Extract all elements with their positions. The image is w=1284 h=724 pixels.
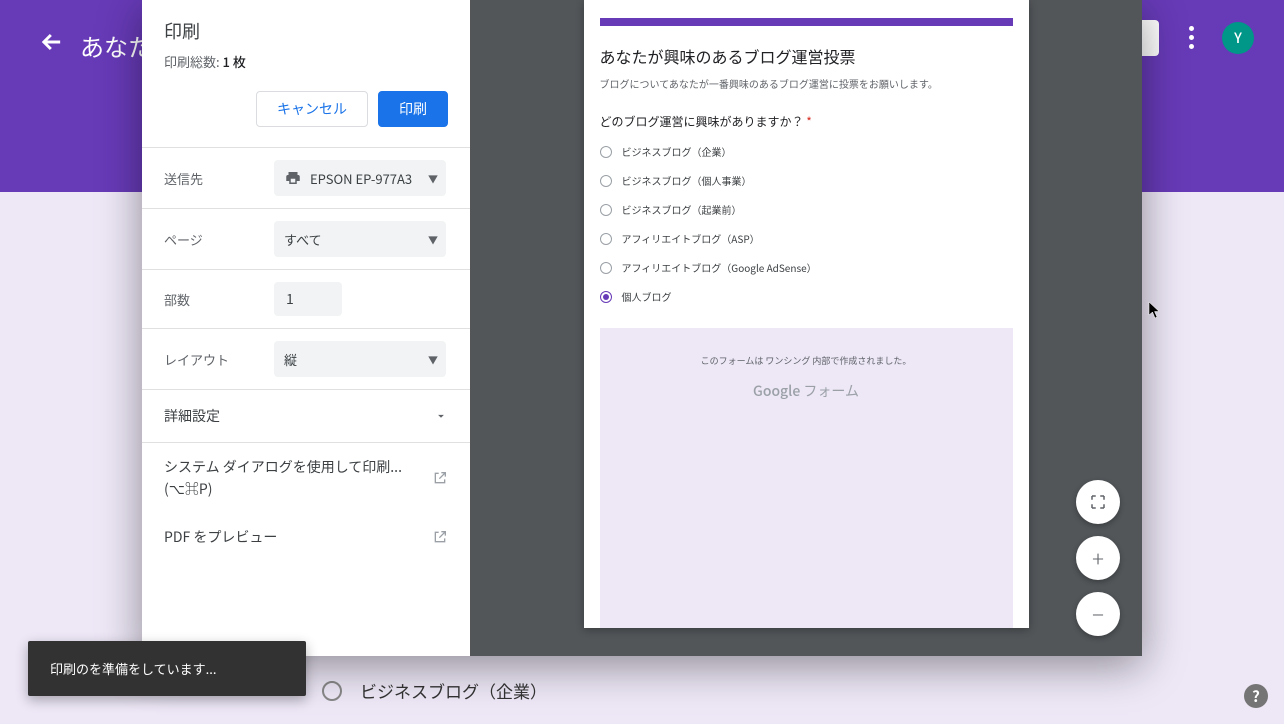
form-option-label: ビジネスブログ（個人事業）	[622, 173, 752, 188]
mouse-cursor	[1148, 300, 1162, 324]
radio-icon	[600, 233, 612, 245]
form-option-label: ビジネスブログ（起業前）	[622, 202, 742, 217]
print-title: 印刷	[164, 18, 448, 44]
pages-label: ページ	[164, 230, 274, 249]
question-label: どのブログ運営に興味がありますか？ *	[600, 113, 1013, 130]
form-footer-note: このフォームは ワンシング 内部で作成されました。	[701, 354, 912, 367]
form-option-label: ビジネスブログ（企業）	[622, 144, 732, 159]
chevron-down-icon: ▼	[428, 232, 438, 247]
chevron-down-icon: ▼	[428, 352, 438, 367]
back-icon[interactable]	[38, 28, 66, 56]
cancel-button[interactable]: キャンセル	[256, 91, 368, 127]
advanced-toggle[interactable]: 詳細設定	[142, 389, 470, 442]
form-option[interactable]: ビジネスブログ（企業）	[600, 144, 1013, 159]
copies-label: 部数	[164, 290, 274, 309]
background-option-label: ビジネスブログ（企業）	[360, 678, 547, 703]
destination-label: 送信先	[164, 169, 274, 188]
form-option[interactable]: アフィリエイトブログ（Google AdSense）	[600, 260, 1013, 275]
radio-icon	[600, 291, 612, 303]
copies-input[interactable]: 1	[274, 282, 342, 316]
pages-select[interactable]: すべて ▼	[274, 221, 446, 257]
avatar[interactable]: Y	[1222, 22, 1254, 54]
zoom-controls: + −	[1076, 480, 1120, 636]
layout-label: レイアウト	[164, 350, 274, 369]
form-option[interactable]: 個人ブログ	[600, 289, 1013, 304]
printer-icon	[284, 169, 302, 187]
external-link-icon	[432, 470, 448, 486]
form-accent-bar	[600, 18, 1013, 26]
zoom-out-button[interactable]: −	[1076, 592, 1120, 636]
form-description: ブログについてあなたが一番興味のあるブログ運営に投票をお願いします。	[600, 76, 1013, 91]
form-option[interactable]: アフィリエイトブログ（ASP）	[600, 231, 1013, 246]
print-dialog: 印刷 印刷総数: 1 枚 キャンセル 印刷 送信先 EPSON EP-977A3…	[142, 0, 1142, 656]
form-option-label: アフィリエイトブログ（ASP）	[622, 231, 760, 246]
fit-page-button[interactable]	[1076, 480, 1120, 524]
preview-page: あなたが興味のあるブログ運営投票 ブログについてあなたが一番興味のあるブログ運営…	[584, 0, 1029, 628]
radio-icon	[600, 262, 612, 274]
layout-select[interactable]: 縦 ▼	[274, 341, 446, 377]
form-title: あなたが興味のあるブログ運営投票	[600, 44, 1013, 68]
radio-icon	[600, 204, 612, 216]
background-option-row: ビジネスブログ（企業）	[322, 678, 547, 703]
system-dialog-link[interactable]: システム ダイアログを使用して印刷... (⌥⌘P)	[142, 442, 470, 513]
print-button[interactable]: 印刷	[378, 91, 448, 127]
status-toast: 印刷のを準備をしています...	[28, 641, 306, 696]
form-footer: このフォームは ワンシング 内部で作成されました。 Google フォーム	[600, 328, 1013, 628]
external-link-icon	[432, 529, 448, 545]
destination-select[interactable]: EPSON EP-977A3 ▼	[274, 160, 446, 196]
pdf-preview-link[interactable]: PDF をプレビュー	[142, 513, 470, 561]
form-option[interactable]: ビジネスブログ（個人事業）	[600, 173, 1013, 188]
print-preview: あなたが興味のあるブログ運営投票 ブログについてあなたが一番興味のあるブログ運営…	[470, 0, 1142, 656]
form-footer-brand: Google フォーム	[753, 381, 859, 401]
print-settings-panel: 印刷 印刷総数: 1 枚 キャンセル 印刷 送信先 EPSON EP-977A3…	[142, 0, 470, 656]
form-option[interactable]: ビジネスブログ（起業前）	[600, 202, 1013, 217]
radio-icon	[600, 146, 612, 158]
chevron-down-icon	[434, 409, 448, 423]
help-icon[interactable]: ?	[1244, 684, 1268, 708]
print-total: 印刷総数: 1 枚	[164, 52, 448, 71]
radio-icon	[600, 175, 612, 187]
more-menu-icon[interactable]	[1176, 26, 1206, 49]
fullscreen-icon	[1089, 493, 1107, 511]
chevron-down-icon: ▼	[428, 171, 438, 186]
form-option-label: アフィリエイトブログ（Google AdSense）	[622, 260, 817, 275]
form-option-label: 個人ブログ	[622, 289, 672, 304]
zoom-in-button[interactable]: +	[1076, 536, 1120, 580]
radio-icon[interactable]	[322, 681, 342, 701]
